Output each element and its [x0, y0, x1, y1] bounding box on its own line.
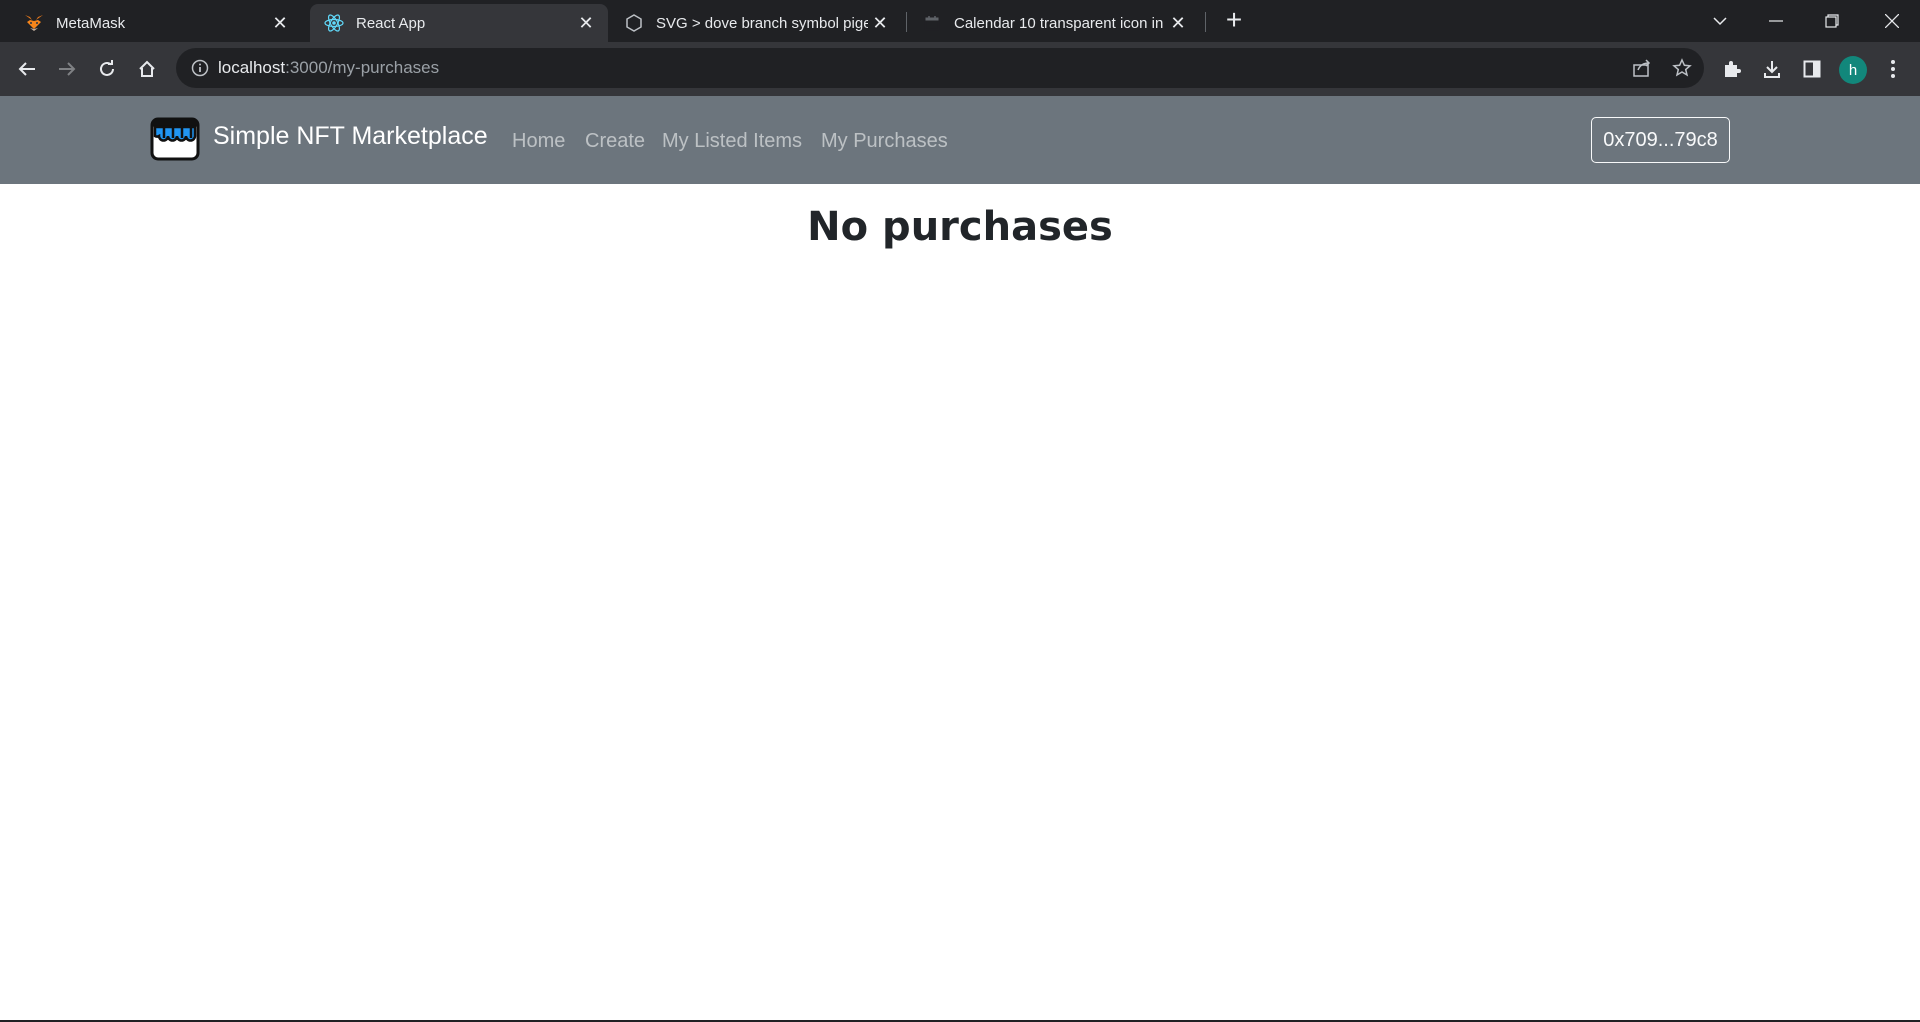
hexagon-icon: [624, 13, 644, 33]
tab-title: React App: [356, 14, 426, 32]
home-icon[interactable]: [130, 52, 164, 86]
extensions-puzzle-icon[interactable]: [1715, 52, 1749, 86]
side-panel-icon[interactable]: [1795, 52, 1829, 86]
bookmark-star-icon[interactable]: [1670, 56, 1694, 80]
tab-react-app[interactable]: React App ✕: [310, 4, 608, 42]
site-info-icon[interactable]: [190, 58, 210, 78]
restore-icon[interactable]: [1804, 0, 1860, 42]
nav-link-create[interactable]: Create: [585, 130, 645, 153]
tab-svg-dove[interactable]: SVG > dove branch symbol pigeon ✕: [612, 4, 902, 42]
address-bar[interactable]: localhost:3000/my-purchases: [176, 48, 1704, 88]
more-menu-icon[interactable]: [1876, 52, 1910, 86]
url-text[interactable]: localhost:3000/my-purchases: [218, 58, 439, 78]
window-close-icon[interactable]: [1864, 0, 1920, 42]
tab-separator: [1205, 12, 1206, 32]
brand-title[interactable]: Simple NFT Marketplace: [213, 122, 488, 151]
tab-search-chevron-down-icon[interactable]: [1692, 0, 1748, 42]
url-host: localhost: [218, 58, 286, 77]
browser-tab-strip: MetaMask ✕ React App ✕ SVG > dove branch…: [0, 0, 1920, 42]
app-navbar: Simple NFT Marketplace Home Create My Li…: [0, 96, 1920, 184]
reload-icon[interactable]: [90, 52, 124, 86]
close-icon[interactable]: ✕: [574, 11, 598, 35]
tab-title: Calendar 10 transparent icon in M: [954, 14, 1166, 32]
url-path: :3000/my-purchases: [285, 58, 440, 77]
close-icon[interactable]: ✕: [868, 11, 892, 35]
calendar-icon: [922, 13, 942, 33]
nav-link-my-listed-items[interactable]: My Listed Items: [662, 130, 802, 153]
profile-avatar[interactable]: h: [1839, 56, 1867, 84]
nav-link-my-purchases[interactable]: My Purchases: [821, 130, 948, 153]
back-arrow-icon[interactable]: [10, 52, 44, 86]
tab-title: MetaMask: [56, 14, 126, 32]
tab-metamask[interactable]: MetaMask ✕: [12, 4, 302, 42]
share-icon[interactable]: [1630, 56, 1654, 80]
close-icon[interactable]: ✕: [1166, 11, 1190, 35]
close-icon[interactable]: ✕: [268, 11, 292, 35]
download-icon[interactable]: [1755, 52, 1789, 86]
page-title: No purchases: [807, 204, 1113, 250]
minimize-icon[interactable]: [1748, 0, 1804, 42]
react-atom-icon: [324, 13, 344, 33]
tab-title: SVG > dove branch symbol pigeon: [656, 14, 868, 32]
account-button[interactable]: 0x709...79c8: [1591, 117, 1730, 163]
browser-toolbar: localhost:3000/my-purchases h: [0, 42, 1920, 96]
nav-link-home[interactable]: Home: [512, 130, 565, 153]
forward-arrow-icon[interactable]: [50, 52, 84, 86]
tab-calendar[interactable]: Calendar 10 transparent icon in M ✕: [910, 4, 1200, 42]
metamask-fox-icon: [24, 13, 44, 33]
new-tab-button[interactable]: +: [1220, 6, 1248, 35]
market-stall-logo-icon[interactable]: [149, 116, 201, 162]
tab-separator: [906, 12, 907, 32]
